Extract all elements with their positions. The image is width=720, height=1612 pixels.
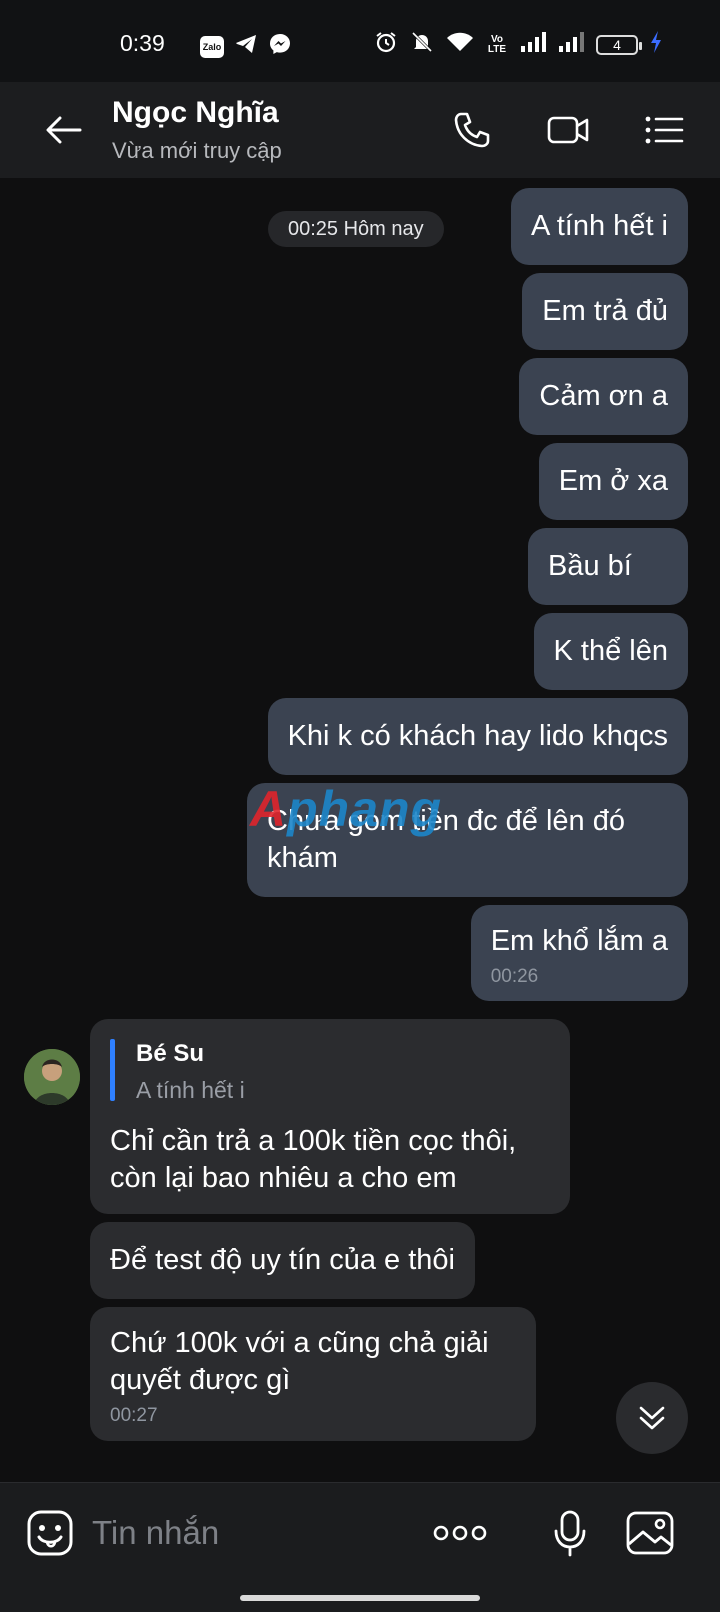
video-camera-icon: [547, 116, 589, 144]
quoted-message[interactable]: Bé Su A tính hết i: [110, 1039, 550, 1105]
charging-icon: [650, 31, 662, 58]
outgoing-message[interactable]: Em trả đủ: [522, 273, 688, 350]
incoming-message[interactable]: Để test độ uy tín của e thôi: [90, 1222, 475, 1299]
double-chevron-down-icon: [639, 1406, 665, 1430]
outgoing-message[interactable]: Bầu bí: [528, 528, 688, 605]
date-separator: 00:25 Hôm nay: [268, 211, 444, 247]
voice-call-button[interactable]: [448, 106, 496, 154]
status-bar: 0:39 Zalo Vo LTE 4: [0, 0, 720, 82]
home-indicator[interactable]: [240, 1595, 480, 1601]
message-text: Chứ 100k với a cũng chả giải quyết được …: [110, 1327, 489, 1396]
incoming-reply-message[interactable]: Bé Su A tính hết i Chỉ cần trả a 100k ti…: [90, 1019, 570, 1214]
contact-status: Vừa mới truy cập: [112, 138, 282, 163]
message-text: Em khổ lắm a: [490, 925, 668, 957]
contact-name[interactable]: Ngọc Nghĩa: [112, 96, 279, 130]
alarm-icon: [374, 30, 398, 59]
video-call-button[interactable]: [544, 106, 592, 154]
scroll-to-bottom-button[interactable]: [616, 1382, 688, 1454]
mute-icon: [410, 30, 434, 59]
message-text: Chỉ cần trả a 100k tiền cọc thôi, còn lạ…: [110, 1125, 517, 1194]
phone-icon: [454, 112, 490, 148]
outgoing-message[interactable]: A tính hết i: [510, 188, 688, 265]
list-menu-icon: [645, 116, 684, 144]
outgoing-message-with-time[interactable]: Em khổ lắm a 00:26: [470, 905, 688, 1001]
chat-header: Ngọc Nghĩa Vừa mới truy cập: [0, 82, 720, 178]
outgoing-message[interactable]: Em ở xa: [538, 443, 688, 520]
quoted-text: A tính hết i: [136, 1077, 245, 1103]
message-input[interactable]: Tin nhắn: [92, 1505, 392, 1561]
image-icon: [626, 1511, 674, 1555]
voice-record-button[interactable]: [542, 1505, 598, 1561]
wifi-icon: [446, 31, 474, 58]
incoming-message-with-time[interactable]: Chứ 100k với a cũng chả giải quyết được …: [90, 1307, 536, 1441]
sticker-button[interactable]: [22, 1505, 78, 1561]
system-icons: Vo LTE 4: [374, 30, 662, 59]
contact-avatar[interactable]: [24, 1049, 80, 1105]
message-input-bar: Tin nhắn: [0, 1482, 720, 1612]
signal-icon-1: [520, 32, 546, 57]
menu-button[interactable]: [640, 106, 688, 154]
status-time: 0:39: [120, 30, 165, 56]
chat-area[interactable]: 00:25 Hôm nay A tính hết i Em trả đủ Cảm…: [0, 178, 720, 1482]
microphone-icon: [554, 1510, 586, 1557]
telegram-icon: [234, 33, 258, 60]
signal-icon-2: [558, 32, 584, 57]
messenger-icon: [268, 32, 292, 61]
zalo-icon: Zalo: [200, 35, 224, 58]
more-dots-icon: [433, 1525, 487, 1541]
photo-button[interactable]: [622, 1505, 678, 1561]
watermark-logo: Aphang: [250, 781, 443, 837]
battery-icon: 4: [596, 34, 642, 55]
back-button[interactable]: [40, 106, 88, 154]
notification-icons: Zalo: [200, 32, 292, 61]
message-time: 00:26: [490, 966, 539, 987]
volte-icon: Vo LTE: [487, 33, 507, 55]
message-time: 00:27: [110, 1405, 158, 1426]
quoted-sender: Bé Su: [136, 1040, 205, 1067]
outgoing-message[interactable]: K thể lên: [533, 613, 688, 690]
more-options-button[interactable]: [430, 1505, 490, 1561]
emoji-icon: [27, 1510, 73, 1556]
outgoing-message[interactable]: Khi k có khách hay lido khqcs: [267, 698, 688, 775]
back-arrow-icon: [46, 116, 82, 144]
outgoing-message[interactable]: Cảm ơn a: [519, 358, 688, 435]
